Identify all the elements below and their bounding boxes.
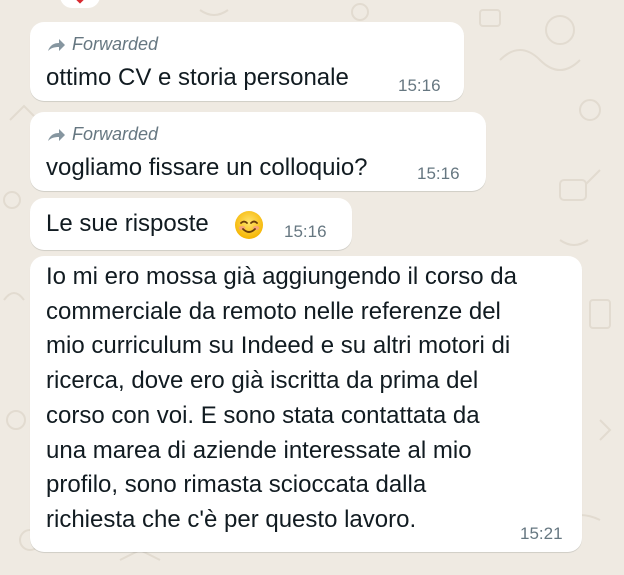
message-line: richiesta che c'è per questo lavoro. — [46, 505, 417, 533]
message-line: una marea di aziende interessate al mio — [46, 436, 472, 464]
message-line: Io mi ero mossa già aggiungendo il corso… — [46, 263, 517, 290]
message-time: 15:16 — [417, 164, 460, 183]
message-bubble-4[interactable]: Io mi ero mossa già aggiungendo il corso… — [30, 256, 582, 552]
message-text: Io mi ero mossa già aggiungendo il corso… — [46, 260, 517, 538]
forwarded-label: Forwarded — [72, 34, 159, 54]
message-time: 15:21 — [520, 524, 563, 543]
message-line: profilo, sono rimasta scioccata dalla — [46, 471, 427, 499]
forwarded-indicator: Forwarded — [46, 124, 158, 145]
message-text: Le sue risposte — [46, 210, 209, 237]
forward-arrow-icon — [48, 38, 65, 51]
message-time: 15:16 — [284, 222, 327, 241]
forwarded-label: Forwarded — [72, 124, 159, 144]
message-text: vogliamo fissare un colloquio? — [46, 154, 368, 181]
message-line: commerciale da remoto nelle referenze de… — [46, 297, 501, 325]
message-line: ricerca, dove ero già iscritta da prima … — [46, 367, 479, 395]
message-bubble-2[interactable]: Forwarded vogliamo fissare un colloquio?… — [30, 112, 486, 191]
message-text: ottimo CV e storia personale — [46, 64, 349, 91]
smiling-face-emoji-icon — [235, 211, 263, 239]
message-line: corso con voi. E sono stata contattata d… — [46, 401, 480, 429]
message-bubble-3[interactable]: Le sue risposte 15:16 — [30, 198, 352, 250]
forwarded-indicator: Forwarded — [46, 34, 158, 55]
message-bubble-1[interactable]: Forwarded ottimo CV e storia personale 1… — [30, 22, 464, 101]
heart-reaction-icon — [74, 0, 86, 4]
message-line: mio curriculum su Indeed e su altri moto… — [46, 332, 511, 360]
forward-arrow-icon — [48, 128, 65, 141]
message-time: 15:16 — [398, 76, 441, 95]
